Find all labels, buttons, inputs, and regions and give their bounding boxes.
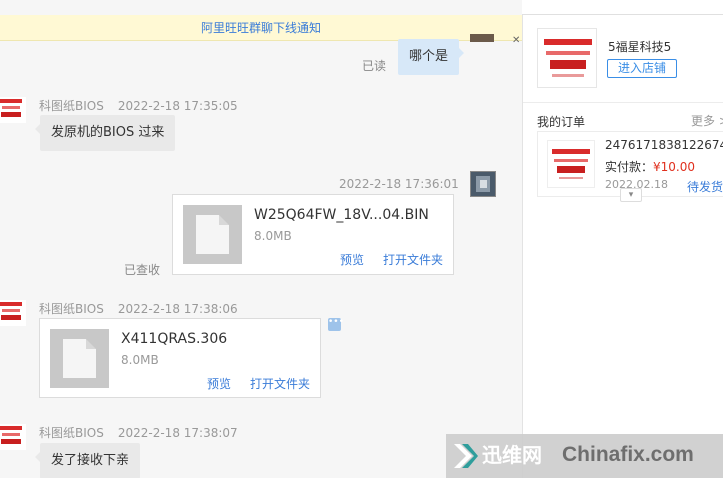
more-dots-icon[interactable]: ••• <box>328 318 344 331</box>
read-status: 已读 <box>362 59 387 73</box>
preview-link[interactable]: 预览 <box>207 375 231 392</box>
message-time: 2022-2-18 17:38:06 <box>117 302 238 316</box>
file-size: 8.0MB <box>121 353 159 367</box>
open-folder-link[interactable]: 打开文件夹 <box>250 375 310 392</box>
watermark-cn-text: 迅维网 <box>482 443 542 467</box>
file-size: 8.0MB <box>254 229 292 243</box>
sender-name: 科图纸BIOS <box>39 99 104 113</box>
open-folder-link[interactable]: 打开文件夹 <box>383 251 443 268</box>
watermark: 迅维网 Chinafix.com <box>446 434 723 478</box>
sender-name: 科图纸BIOS <box>39 426 104 440</box>
file-icon <box>183 205 242 264</box>
message-bubble-out: 哪个是 <box>398 39 465 75</box>
shop-sidebar: 5福星科技5 进入店铺 我的订单 更多 > 24761718381226749 … <box>522 15 723 478</box>
watermark-logo-icon <box>454 444 478 468</box>
sender-name: 科图纸BIOS <box>39 302 104 316</box>
shop-logo[interactable] <box>537 28 597 88</box>
message-meta: 科图纸BIOS 2022-2-18 17:35:05 <box>39 97 238 114</box>
chat-pane: 阿里旺旺群聊下线通知 ✕ 已读 哪个是 科图纸BIOS 2022-2-18 17:… <box>0 0 522 478</box>
message-meta: 科图纸BIOS 2022-2-18 17:38:07 <box>39 424 238 441</box>
file-card: W25Q64FW_18V...04.BIN 8.0MB 预览 打开文件夹 <box>172 194 454 275</box>
enter-shop-button[interactable]: 进入店铺 <box>607 59 677 78</box>
order-thumbnail <box>547 140 595 188</box>
notice-thumbnail <box>470 34 494 42</box>
sender-avatar[interactable] <box>0 97 26 123</box>
shop-name: 5福星科技5 <box>608 40 672 54</box>
payment-amount: ¥10.00 <box>653 160 696 174</box>
preview-link[interactable]: 预览 <box>340 251 364 268</box>
file-name: X411QRAS.306 <box>121 331 228 347</box>
message-time: 2022-2-18 17:36:01 <box>339 177 459 191</box>
watermark-en-text: Chinafix.com <box>562 443 694 466</box>
received-status: 已查收 <box>124 263 161 277</box>
order-status: 待发货 <box>687 180 723 194</box>
file-card: X411QRAS.306 8.0MB 预览 打开文件夹 <box>39 318 321 398</box>
sender-avatar[interactable] <box>0 424 26 450</box>
payment-label: 实付款： <box>605 160 654 174</box>
orders-title: 我的订单 <box>537 115 586 129</box>
divider <box>523 102 723 103</box>
file-icon <box>50 329 109 388</box>
order-payment: 实付款：¥10.00 <box>605 158 695 175</box>
message-meta: 科图纸BIOS 2022-2-18 17:38:06 <box>39 300 238 317</box>
message-time: 2022-2-18 17:35:05 <box>117 99 238 113</box>
orders-more-link[interactable]: 更多 > <box>691 112 723 129</box>
my-avatar[interactable] <box>470 171 496 197</box>
message-time: 2022-2-18 17:38:07 <box>117 426 238 440</box>
close-icon[interactable]: ✕ <box>512 36 522 46</box>
message-bubble-in: 发原机的BIOS 过来 <box>34 115 176 151</box>
chevron-down-icon[interactable]: ▾ <box>620 188 642 202</box>
offline-notice[interactable]: 阿里旺旺群聊下线通知 <box>0 15 522 41</box>
message-bubble-in: 发了接收下亲 <box>34 443 141 478</box>
sender-avatar[interactable] <box>0 300 26 326</box>
file-name: W25Q64FW_18V...04.BIN <box>254 207 429 223</box>
order-number: 24761718381226749 <box>605 138 723 152</box>
